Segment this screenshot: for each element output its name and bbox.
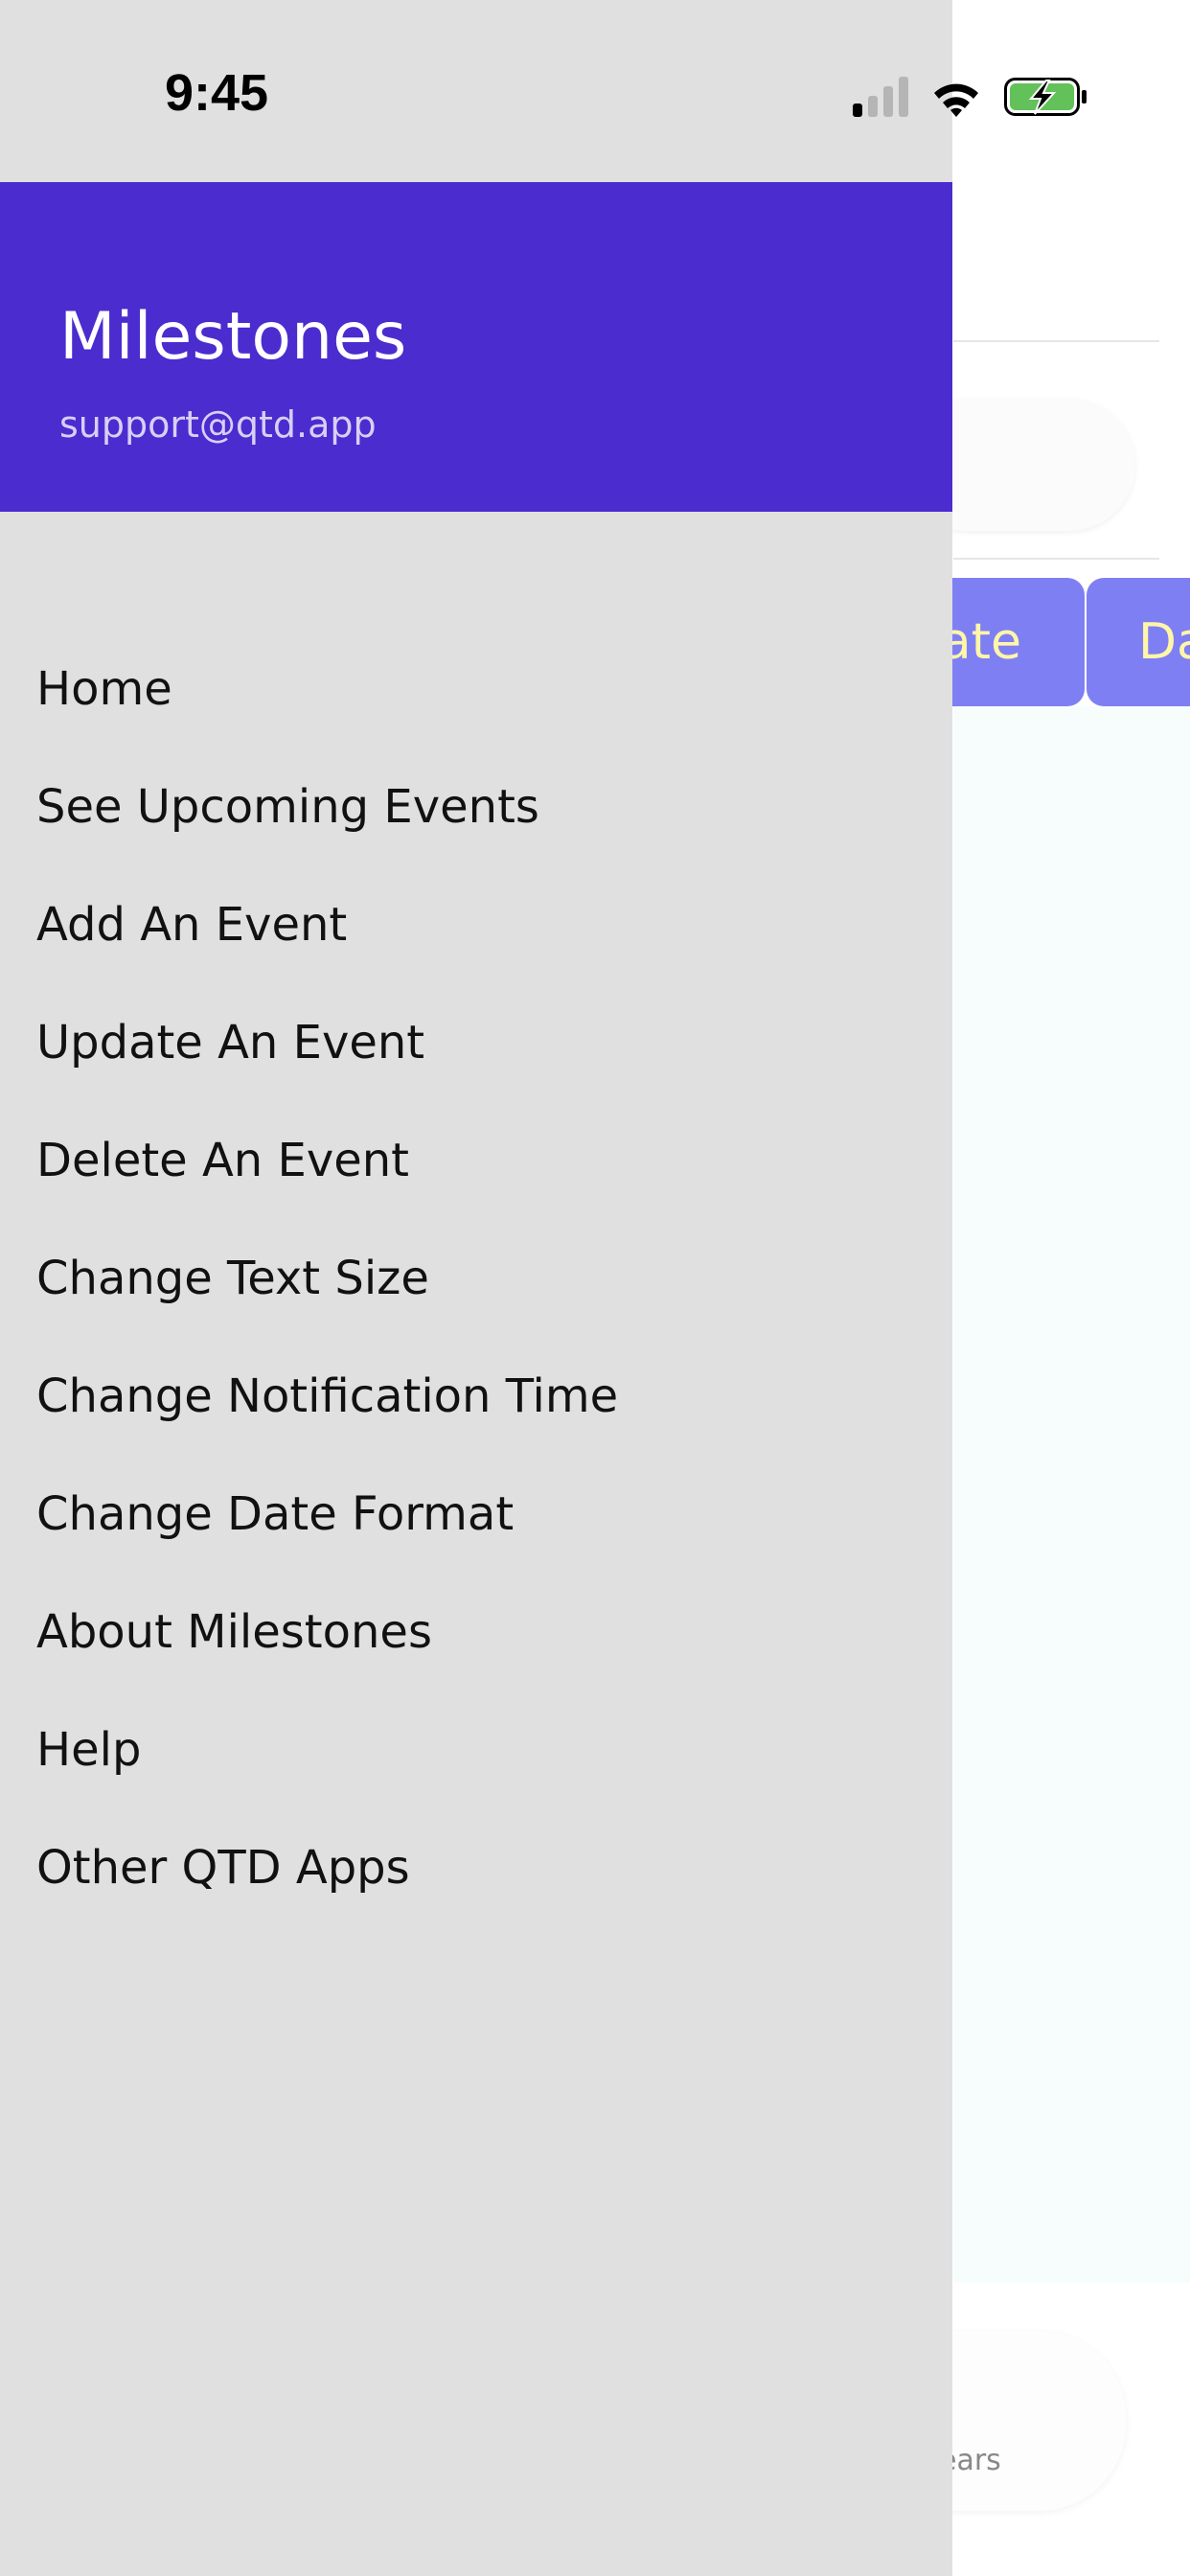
drawer-menu: Home See Upcoming Events Add An Event Up… <box>0 631 952 1927</box>
sort-tab-second[interactable]: Da <box>1087 578 1190 706</box>
navigation-drawer: Milestones support@qtd.app Home See Upco… <box>0 0 952 2576</box>
status-time: 9:45 <box>165 64 269 122</box>
menu-item-other-apps[interactable]: Other QTD Apps <box>0 1809 952 1927</box>
menu-item-add-event[interactable]: Add An Event <box>0 866 952 984</box>
menu-item-change-date-format[interactable]: Change Date Format <box>0 1456 952 1574</box>
sort-tab-label: ate <box>940 613 1021 671</box>
cellular-signal-icon <box>853 77 908 117</box>
header-divider <box>953 340 1159 342</box>
menu-item-change-text-size[interactable]: Change Text Size <box>0 1220 952 1338</box>
divider <box>953 558 1159 560</box>
menu-item-about[interactable]: About Milestones <box>0 1574 952 1691</box>
drawer-app-title: Milestones <box>59 299 407 375</box>
menu-item-delete-event[interactable]: Delete An Event <box>0 1102 952 1220</box>
menu-item-see-upcoming-events[interactable]: See Upcoming Events <box>0 748 952 866</box>
sort-tab-label: Da <box>1138 613 1190 671</box>
menu-item-update-event[interactable]: Update An Event <box>0 984 952 1102</box>
drawer-email: support@qtd.app <box>59 403 377 446</box>
wifi-icon <box>934 83 978 117</box>
event-list-area <box>953 706 1190 2283</box>
status-icons <box>853 77 1087 117</box>
battery-charging-icon <box>1004 78 1087 116</box>
menu-item-help[interactable]: Help <box>0 1691 952 1809</box>
menu-item-change-notification-time[interactable]: Change Notification Time <box>0 1338 952 1456</box>
menu-item-home[interactable]: Home <box>0 631 952 748</box>
